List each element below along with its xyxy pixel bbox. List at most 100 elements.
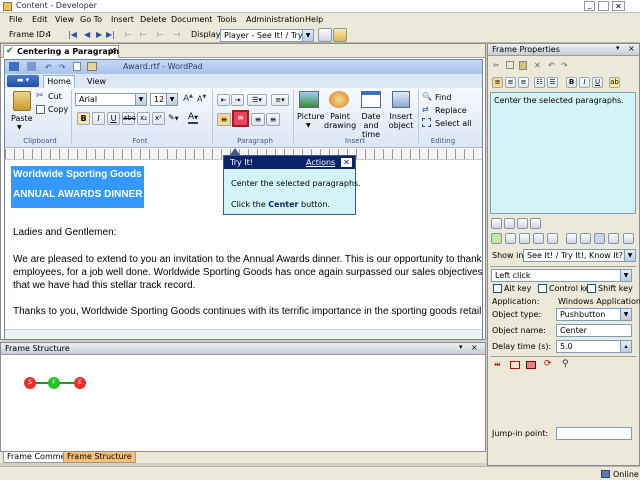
rectangle-icon[interactable] [510,361,520,369]
minimize-button[interactable]: _ [584,1,595,11]
settings-icon[interactable] [623,233,634,244]
picture-chevron-icon[interactable]: ▼ [306,122,311,129]
display-select[interactable]: Player - See It! / Try It! ▼ [220,29,314,42]
qat-save-icon[interactable] [27,62,36,71]
refresh-icon[interactable]: ⟳ [544,359,552,369]
menu-help[interactable]: Help [305,15,323,24]
bullet-list-button[interactable]: ☰ [547,77,558,88]
alt-key-checkbox[interactable] [493,284,502,293]
bubble-icon-icon[interactable] [530,218,541,229]
close-icon[interactable]: × [628,44,635,53]
qat-redo-icon[interactable]: ↷ [59,63,66,72]
node-frame[interactable]: F [48,377,60,389]
menu-document[interactable]: Document [171,15,212,24]
underline-button[interactable]: U [107,112,120,125]
app-menu-button[interactable]: ▬ ▾ [7,75,39,87]
highlight-color-icon[interactable]: ✎▼ [168,113,179,122]
screen-capture-icon[interactable] [526,361,536,369]
superscript-button[interactable]: x² [152,112,165,125]
undo-icon[interactable]: ↶ [548,61,555,70]
justify-button[interactable]: ≡ [266,113,280,126]
delete-icon[interactable]: ✕ [534,61,541,70]
action-select[interactable]: Left click ▼ [491,269,632,282]
object-type-select[interactable]: Pushbutton ▼ [556,308,632,321]
bold-button[interactable]: B [77,112,90,125]
datetime-icon[interactable] [361,91,381,108]
menu-tools[interactable]: Tools [217,15,237,24]
tab-centering-a-paragraph[interactable]: ✔ Centering a Paragraph × [3,45,119,58]
paint-icon[interactable] [329,91,349,108]
replace-label[interactable]: Replace [435,106,467,115]
pointer-icon[interactable]: ⚲ [562,359,569,369]
tab-frame-structure[interactable]: Frame Structure [63,452,136,463]
screen-icon[interactable] [533,233,544,244]
layout-alt-icon[interactable] [608,233,619,244]
cut-icon[interactable]: ✂ [493,61,500,70]
menu-edit[interactable]: Edit [32,15,48,24]
branch-end-icon[interactable]: ⊣ [173,30,180,39]
picture-label[interactable]: Picture [297,112,325,121]
paste-chevron-icon[interactable]: ▼ [17,124,22,131]
prev-frame-icon[interactable]: ◀ [84,30,90,39]
node-start[interactable]: S [24,377,36,389]
bubble-color-icon[interactable] [517,218,528,229]
branch-last-icon[interactable]: ⊢ [157,30,164,39]
datetime-label[interactable]: Date and time [356,112,386,139]
link-icon[interactable] [580,233,591,244]
frame-text-area[interactable]: Center the selected paragraphs. [490,92,636,214]
window-icon[interactable] [547,233,558,244]
maximize-button[interactable] [598,1,609,11]
cut-label[interactable]: Cut [48,92,62,101]
font-name-select[interactable]: Arial ▼ [75,93,147,106]
menu-delete[interactable]: Delete [140,15,166,24]
find-icon[interactable]: 🔍 [422,92,432,101]
decrease-indent-button[interactable]: ⇤ [217,94,230,106]
highlight-icon[interactable]: ab [609,77,620,88]
check-icon[interactable] [491,233,502,244]
note-icon[interactable] [505,233,516,244]
redo-icon[interactable]: ↷ [561,61,568,70]
close-tab-icon[interactable]: × [109,46,116,55]
italic-button[interactable]: I [579,77,590,88]
branch-next-icon[interactable]: ⊢ [140,30,147,39]
paste-icon[interactable] [519,61,527,70]
close-icon[interactable]: ✕ [340,157,353,168]
delay-input[interactable]: 5.0 ▴ [556,340,632,353]
find-label[interactable]: Find [435,93,451,102]
close-button[interactable]: ✕ [612,1,625,11]
align-right-button[interactable]: ≡ [251,113,265,126]
italic-button[interactable]: I [92,112,105,125]
subscript-button[interactable]: x₂ [137,112,150,125]
grow-font-icon[interactable]: A▲ [183,93,193,104]
preview-icon[interactable] [333,28,347,42]
show-in-select[interactable]: See It! / Try It!, Know It?, Do It!▼ [523,249,636,262]
qat-undo-icon[interactable]: ↶ [45,63,52,72]
layout-icon[interactable] [594,233,605,244]
shrink-font-icon[interactable]: A▼ [197,94,206,104]
pin-icon[interactable]: ▾ [459,343,463,351]
node-end[interactable]: E [74,377,86,389]
control-key-checkbox[interactable] [538,284,547,293]
copy-icon[interactable] [36,105,45,114]
bubble-pointer-icon[interactable] [504,218,515,229]
menu-goto[interactable]: Go To [80,15,102,24]
qat-print-icon[interactable] [87,62,97,71]
pin-icon[interactable]: ▾ [616,44,620,52]
bold-button[interactable]: B [566,77,577,88]
paint-label[interactable]: Paint drawing [324,112,356,130]
branch-icon[interactable]: ⊢ [125,30,132,39]
next-frame-icon[interactable]: ▶ [96,30,102,39]
font-size-select[interactable]: 12 ▼ [150,93,178,106]
copy-icon[interactable] [506,61,514,69]
align-left-button[interactable]: ≡ [492,77,503,88]
copy-frame-icon[interactable] [566,233,577,244]
select-all-label[interactable]: Select all [435,119,472,128]
font-color-icon[interactable]: A▼ [188,112,199,124]
align-left-button[interactable]: ≡ [217,113,231,126]
insert-object-label[interactable]: Insert object [387,112,415,130]
picture-icon[interactable] [299,91,319,108]
align-center-button[interactable]: ≡ [232,110,249,127]
ribbon-tab-view[interactable]: View [87,77,106,86]
object-name-input[interactable]: Center [556,324,632,337]
replace-icon[interactable]: ⇄ [422,105,429,114]
